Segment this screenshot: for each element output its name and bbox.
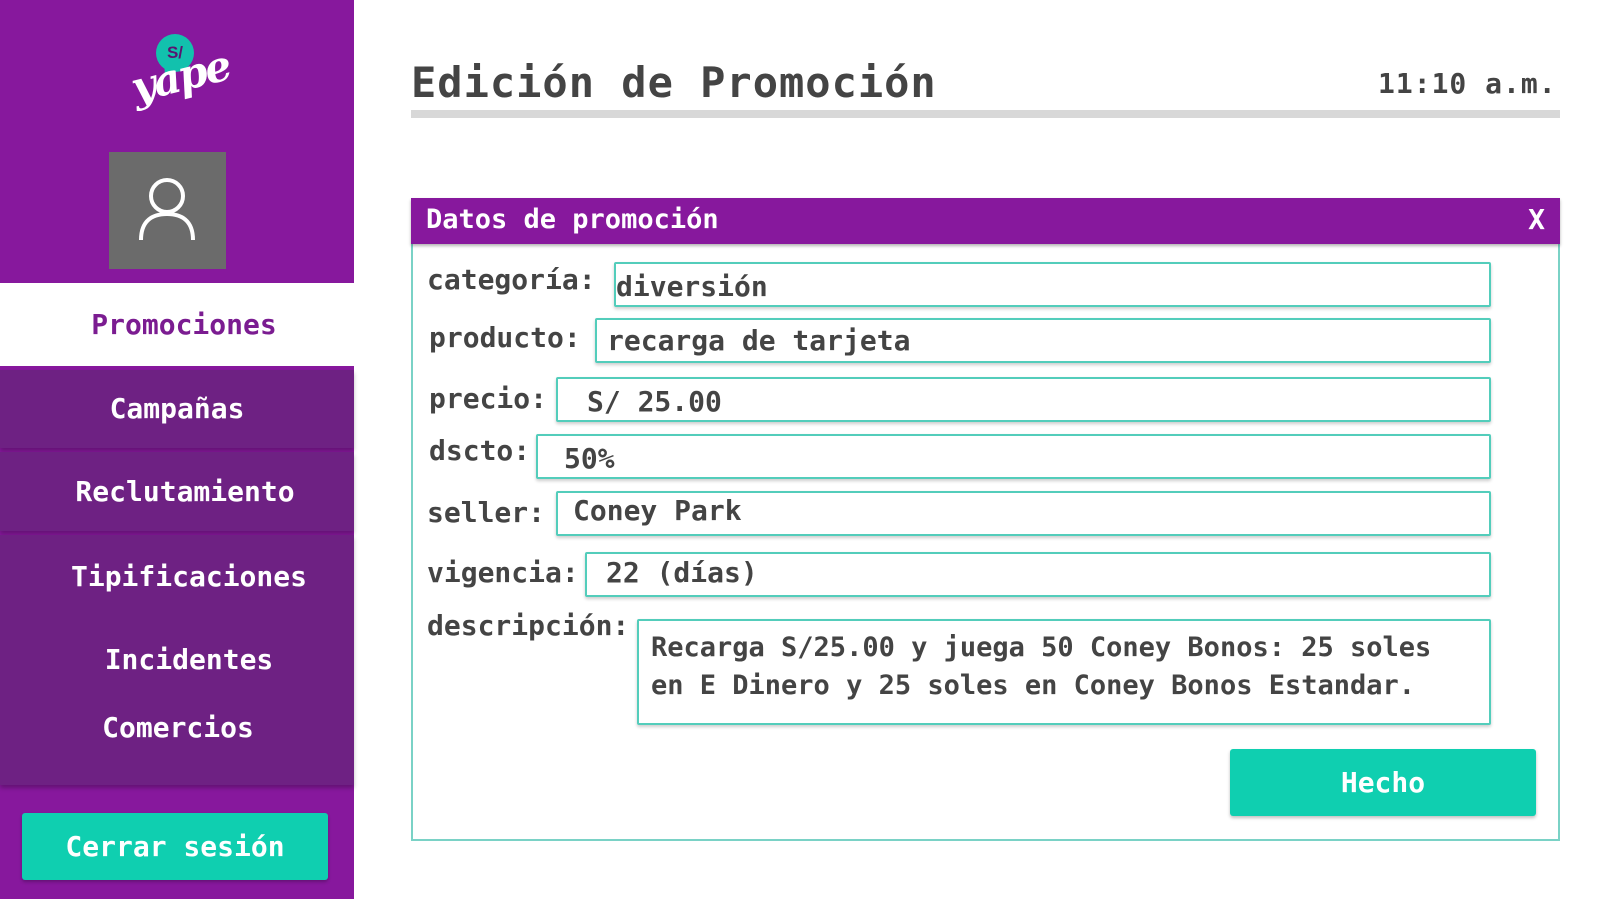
dscto-label: dscto: — [429, 434, 531, 467]
sidebar-item-label: Campañas — [109, 392, 245, 425]
dialog-header: Datos de promoción X — [411, 198, 1560, 244]
precio-label: precio: — [429, 382, 548, 415]
title-divider — [411, 110, 1560, 118]
descripcion-label: descripción: — [427, 609, 630, 642]
sidebar-item-incidentes[interactable]: Incidentes — [0, 643, 354, 676]
yape-logo: S/ yape — [126, 34, 235, 142]
sidebar: S/ yape Promociones Campañas Reclutamien… — [0, 0, 354, 899]
producto-field[interactable]: recarga de tarjeta — [595, 318, 1491, 363]
vigencia-label: vigencia: — [427, 556, 579, 589]
close-button[interactable]: X — [1528, 203, 1545, 236]
categoria-label: categoría: — [427, 263, 596, 296]
done-button[interactable]: Hecho — [1230, 749, 1536, 816]
producto-label: producto: — [429, 321, 581, 354]
page-title: Edición de Promoción — [411, 58, 937, 107]
descripcion-textarea[interactable]: Recarga S/25.00 y juega 50 Coney Bonos: … — [637, 619, 1491, 725]
logo-wordmark: yape — [126, 40, 235, 113]
dialog-title: Datos de promoción — [426, 204, 719, 235]
user-icon — [139, 178, 195, 241]
precio-field[interactable]: S/ 25.00 — [556, 377, 1491, 422]
sidebar-item-comercios[interactable]: Comercios — [0, 711, 354, 744]
seller-field[interactable]: Coney Park — [556, 491, 1491, 536]
sidebar-item-reclutamiento[interactable]: Reclutamiento — [0, 452, 354, 531]
sidebar-item-campanas[interactable]: Campañas — [0, 370, 354, 448]
clock-time: 11:10 a.m. — [1378, 67, 1557, 100]
categoria-field[interactable]: diversión — [614, 262, 1491, 307]
sidebar-item-label: Reclutamiento — [75, 475, 295, 508]
logout-button[interactable]: Cerrar sesión — [22, 813, 328, 880]
avatar[interactable] — [109, 152, 226, 269]
dscto-field[interactable]: 50% — [536, 434, 1491, 479]
sidebar-item-tipificaciones[interactable]: Tipificaciones — [0, 560, 354, 593]
sidebar-item-promociones[interactable]: Promociones — [0, 283, 354, 366]
seller-label: seller: — [427, 496, 546, 529]
vigencia-field[interactable]: 22 (días) — [585, 552, 1491, 597]
